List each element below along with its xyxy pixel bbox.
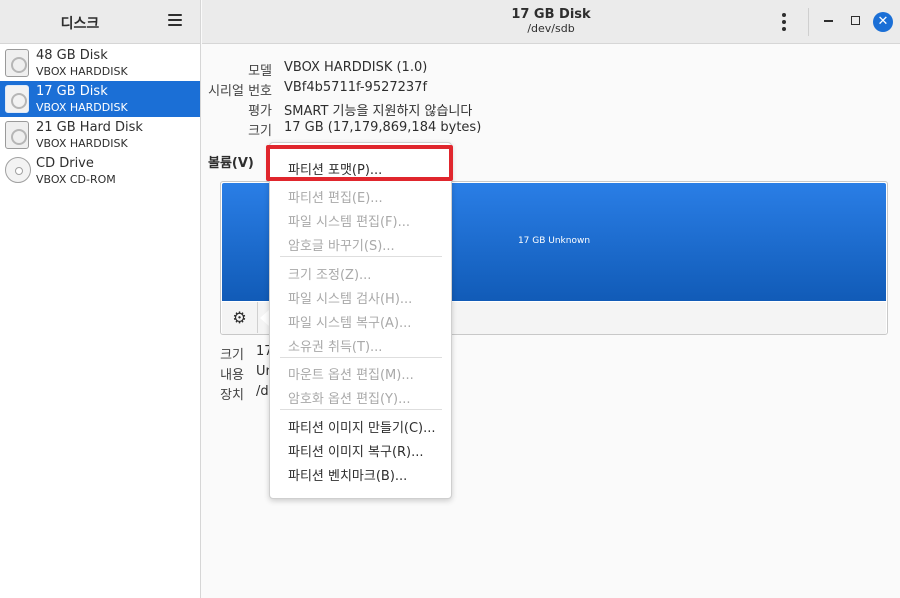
model-label: 모델 [248,64,272,79]
disk-item-21gb[interactable]: 21 GB Hard Disk VBOX HARDDISK [0,117,200,153]
disk-model: VBOX HARDDISK [36,137,128,150]
menu-item-restore-partition-image[interactable]: 파티션 이미지 복구(R)... [288,441,424,460]
partition-context-menu: 파티션 포맷(P)... 파티션 편집(E)... 파일 시스템 편집(F)..… [269,142,452,499]
disk-model: VBOX HARDDISK [36,101,128,114]
serial-label: 시리얼 번호 [208,84,272,99]
menu-separator [280,256,442,257]
disk-name: CD Drive [36,156,94,171]
sidebar-header: 디스크 [0,0,200,44]
disk-sidebar: 디스크 48 GB Disk VBOX HARDDISK 17 GB Disk … [0,0,201,598]
window-subtitle: /dev/sdb [527,22,575,35]
menu-pointer [260,310,269,326]
disk-item-17gb[interactable]: 17 GB Disk VBOX HARDDISK [0,81,200,117]
assessment-label: 평가 [248,104,272,119]
minimize-icon[interactable] [824,20,833,22]
menu-separator [280,409,442,410]
menu-item-benchmark-partition[interactable]: 파티션 벤치마크(B)... [288,465,407,484]
disk-item-cd-drive[interactable]: CD Drive VBOX CD-ROM [0,153,200,189]
serial-value: VBf4b5711f-9527237f [284,80,428,95]
menu-item-resize[interactable]: 크기 조정(Z)... [288,264,371,283]
menu-item-edit-mount-options[interactable]: 마운트 옵션 편집(M)... [288,364,414,383]
disk-name: 21 GB Hard Disk [36,120,143,135]
disk-name: 48 GB Disk [36,48,108,63]
assessment-value: SMART 기능을 지원하지 않습니다 [284,104,473,119]
partition-size-label: 크기 [220,348,244,363]
disk-model: VBOX CD-ROM [36,173,116,186]
sidebar-title: 디스크 [60,16,100,32]
header-separator [808,8,809,36]
menu-item-create-partition-image[interactable]: 파티션 이미지 만들기(C)... [288,417,436,436]
menu-item-edit-encryption-options[interactable]: 암호화 옵션 편집(Y)... [288,388,410,407]
hard-disk-icon [5,121,29,149]
window-title: 17 GB Disk [511,7,591,22]
close-icon[interactable]: ✕ [873,12,893,32]
disk-model: VBOX HARDDISK [36,65,128,78]
cd-drive-icon [5,157,31,183]
drive-options-kebab-icon[interactable] [782,13,786,31]
maximize-icon[interactable] [851,16,860,25]
size-value: 17 GB (17,179,869,184 bytes) [284,120,482,135]
hard-disk-icon [5,85,29,113]
hard-disk-icon [5,49,29,77]
menu-item-edit-filesystem[interactable]: 파일 시스템 편집(F)... [288,211,410,230]
hamburger-menu-icon[interactable] [168,14,182,27]
volumes-heading: 볼륨(V) [208,156,254,171]
menu-separator [280,357,442,358]
highlight-annotation [266,145,453,181]
disk-name: 17 GB Disk [36,84,108,99]
model-value: VBOX HARDDISK (1.0) [284,60,428,75]
partition-contents-label: 내용 [220,368,244,383]
main-header-bar: 17 GB Disk /dev/sdb ✕ [202,0,900,44]
menu-item-repair-filesystem[interactable]: 파일 시스템 복구(A)... [288,312,411,331]
menu-item-edit-partition[interactable]: 파티션 편집(E)... [288,187,383,206]
partition-device-label: 장치 [220,388,244,403]
partition-device-value: /d [256,384,269,399]
disk-item-48gb[interactable]: 48 GB Disk VBOX HARDDISK [0,45,200,81]
size-label: 크기 [248,124,272,139]
menu-item-check-filesystem[interactable]: 파일 시스템 검사(H)... [288,288,412,307]
menu-item-take-ownership[interactable]: 소유권 취득(T)... [288,336,382,355]
gear-icon[interactable]: ⚙ [222,302,258,333]
menu-item-change-passphrase[interactable]: 암호글 바꾸기(S)... [288,235,395,254]
